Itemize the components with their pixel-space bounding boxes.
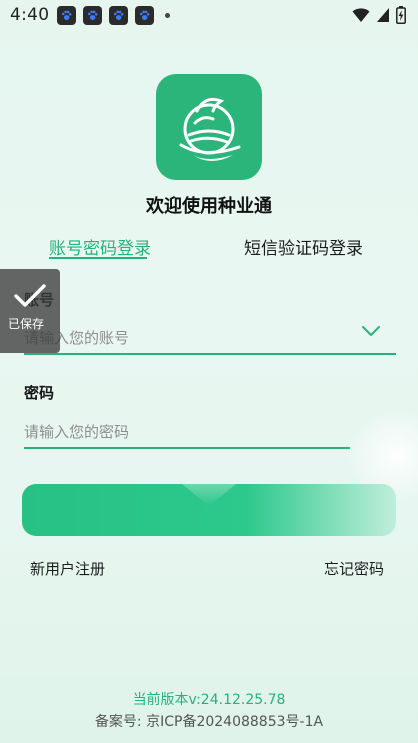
forgot-password-link[interactable]: 忘记密码 xyxy=(324,558,384,579)
status-time: 4:40 xyxy=(10,5,50,25)
welcome-title: 欢迎使用种业通 xyxy=(146,196,272,217)
tab-sms-code-login[interactable]: 短信验证码登录 xyxy=(244,234,363,259)
account-input[interactable] xyxy=(24,326,364,350)
baidu-paw-icon xyxy=(83,5,103,25)
status-indicators xyxy=(352,6,406,24)
baidu-paw-icon xyxy=(109,5,129,25)
tab-account-password-login[interactable]: 账号密码登录 xyxy=(49,234,151,259)
register-link[interactable]: 新用户注册 xyxy=(30,558,105,579)
app-logo xyxy=(156,74,262,180)
more-notifications-dot-icon xyxy=(165,12,171,18)
seed-globe-logo-icon xyxy=(179,97,241,161)
status-bar: 4:40 xyxy=(0,0,418,30)
wifi-icon xyxy=(352,8,370,22)
chevron-down-icon[interactable] xyxy=(360,322,382,340)
checkmark-icon xyxy=(14,284,46,307)
password-label: 密码 xyxy=(24,384,55,402)
password-input[interactable] xyxy=(24,420,364,444)
toast-text: 已保存 xyxy=(7,317,44,331)
active-tab-indicator xyxy=(49,257,147,259)
baidu-paw-icon xyxy=(135,5,155,25)
baidu-paw-icon xyxy=(57,5,77,25)
password-underline xyxy=(24,447,350,449)
icp-record-text: 备案号: 京ICP备2024088853号-1A xyxy=(94,714,324,730)
version-text: 当前版本v:24.12.25.78 xyxy=(132,692,286,708)
saved-toast: 已保存 xyxy=(0,269,60,353)
signal-icon xyxy=(377,8,389,22)
battery-icon xyxy=(396,6,406,24)
account-underline xyxy=(24,353,396,355)
